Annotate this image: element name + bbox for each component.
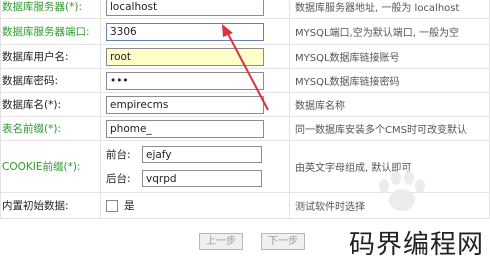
db-server-input[interactable]: localhost xyxy=(106,0,264,16)
cookie-front-line: 前台: ejafy xyxy=(101,143,289,167)
cookie-back-line: 后台: vqrpd xyxy=(101,167,289,191)
db-user-input[interactable]: root xyxy=(106,47,264,66)
db-password-label: 数据库密码: xyxy=(0,68,101,93)
cookie-front-label: 前台: xyxy=(106,149,131,161)
table-prefix-input[interactable]: phome_ xyxy=(106,119,264,138)
db-name-label: 数据库名(*): xyxy=(0,92,101,117)
db-user-help: MYSQL数据库链接账号 xyxy=(289,44,490,69)
cookie-back-label: 后台: xyxy=(106,173,131,185)
db-port-label: 数据库服务器端口: xyxy=(0,18,101,45)
db-port-help: MYSQL端口,空为默认端口, 一般为空 xyxy=(289,18,490,45)
paw-watermark-icon xyxy=(379,171,425,211)
db-user-label: 数据库用户名: xyxy=(0,44,101,69)
db-password-input[interactable]: ••• xyxy=(106,71,264,90)
db-password-help: MYSQL数据库链接密码 xyxy=(289,68,490,93)
table-prefix-help: 同一数据库安装多个CMS时可改变默认 xyxy=(289,116,490,141)
form-row-db-password: 数据库密码: ••• MYSQL数据库链接密码 xyxy=(0,68,490,93)
init-data-label: 内置初始数据: xyxy=(0,192,101,219)
cookie-back-input[interactable]: vqrpd xyxy=(142,170,262,187)
db-name-input[interactable]: empirecms xyxy=(106,95,264,114)
form-row-db-port: 数据库服务器端口: 3306 MYSQL端口,空为默认端口, 一般为空 xyxy=(0,18,490,45)
prev-step-button[interactable]: 上一步 xyxy=(199,233,243,250)
init-data-checkbox-label: 是 xyxy=(124,200,135,212)
form-row-db-server: 数据库服务器(*): localhost 数据库服务器地址, 一般为 local… xyxy=(0,0,490,19)
form-row-table-prefix: 表名前缀(*): phome_ 同一数据库安装多个CMS时可改变默认 xyxy=(0,116,490,141)
db-name-help: 数据库名称 xyxy=(289,92,490,117)
cookie-front-input[interactable]: ejafy xyxy=(142,146,262,163)
db-port-input[interactable]: 3306 xyxy=(106,22,264,41)
db-server-label: 数据库服务器(*): xyxy=(0,0,101,19)
next-step-button[interactable]: 下一步 xyxy=(261,233,305,250)
db-server-help: 数据库服务器地址, 一般为 localhost xyxy=(289,0,490,19)
table-prefix-label: 表名前缀(*): xyxy=(0,116,101,141)
cookie-prefix-label: COOKIE前缀(*): xyxy=(0,140,101,193)
form-row-db-user: 数据库用户名: root MYSQL数据库链接账号 xyxy=(0,44,490,69)
form-row-db-name: 数据库名(*): empirecms 数据库名称 xyxy=(0,92,490,117)
site-watermark: 码界编程网 xyxy=(348,230,484,260)
init-data-checkbox[interactable] xyxy=(106,200,118,212)
